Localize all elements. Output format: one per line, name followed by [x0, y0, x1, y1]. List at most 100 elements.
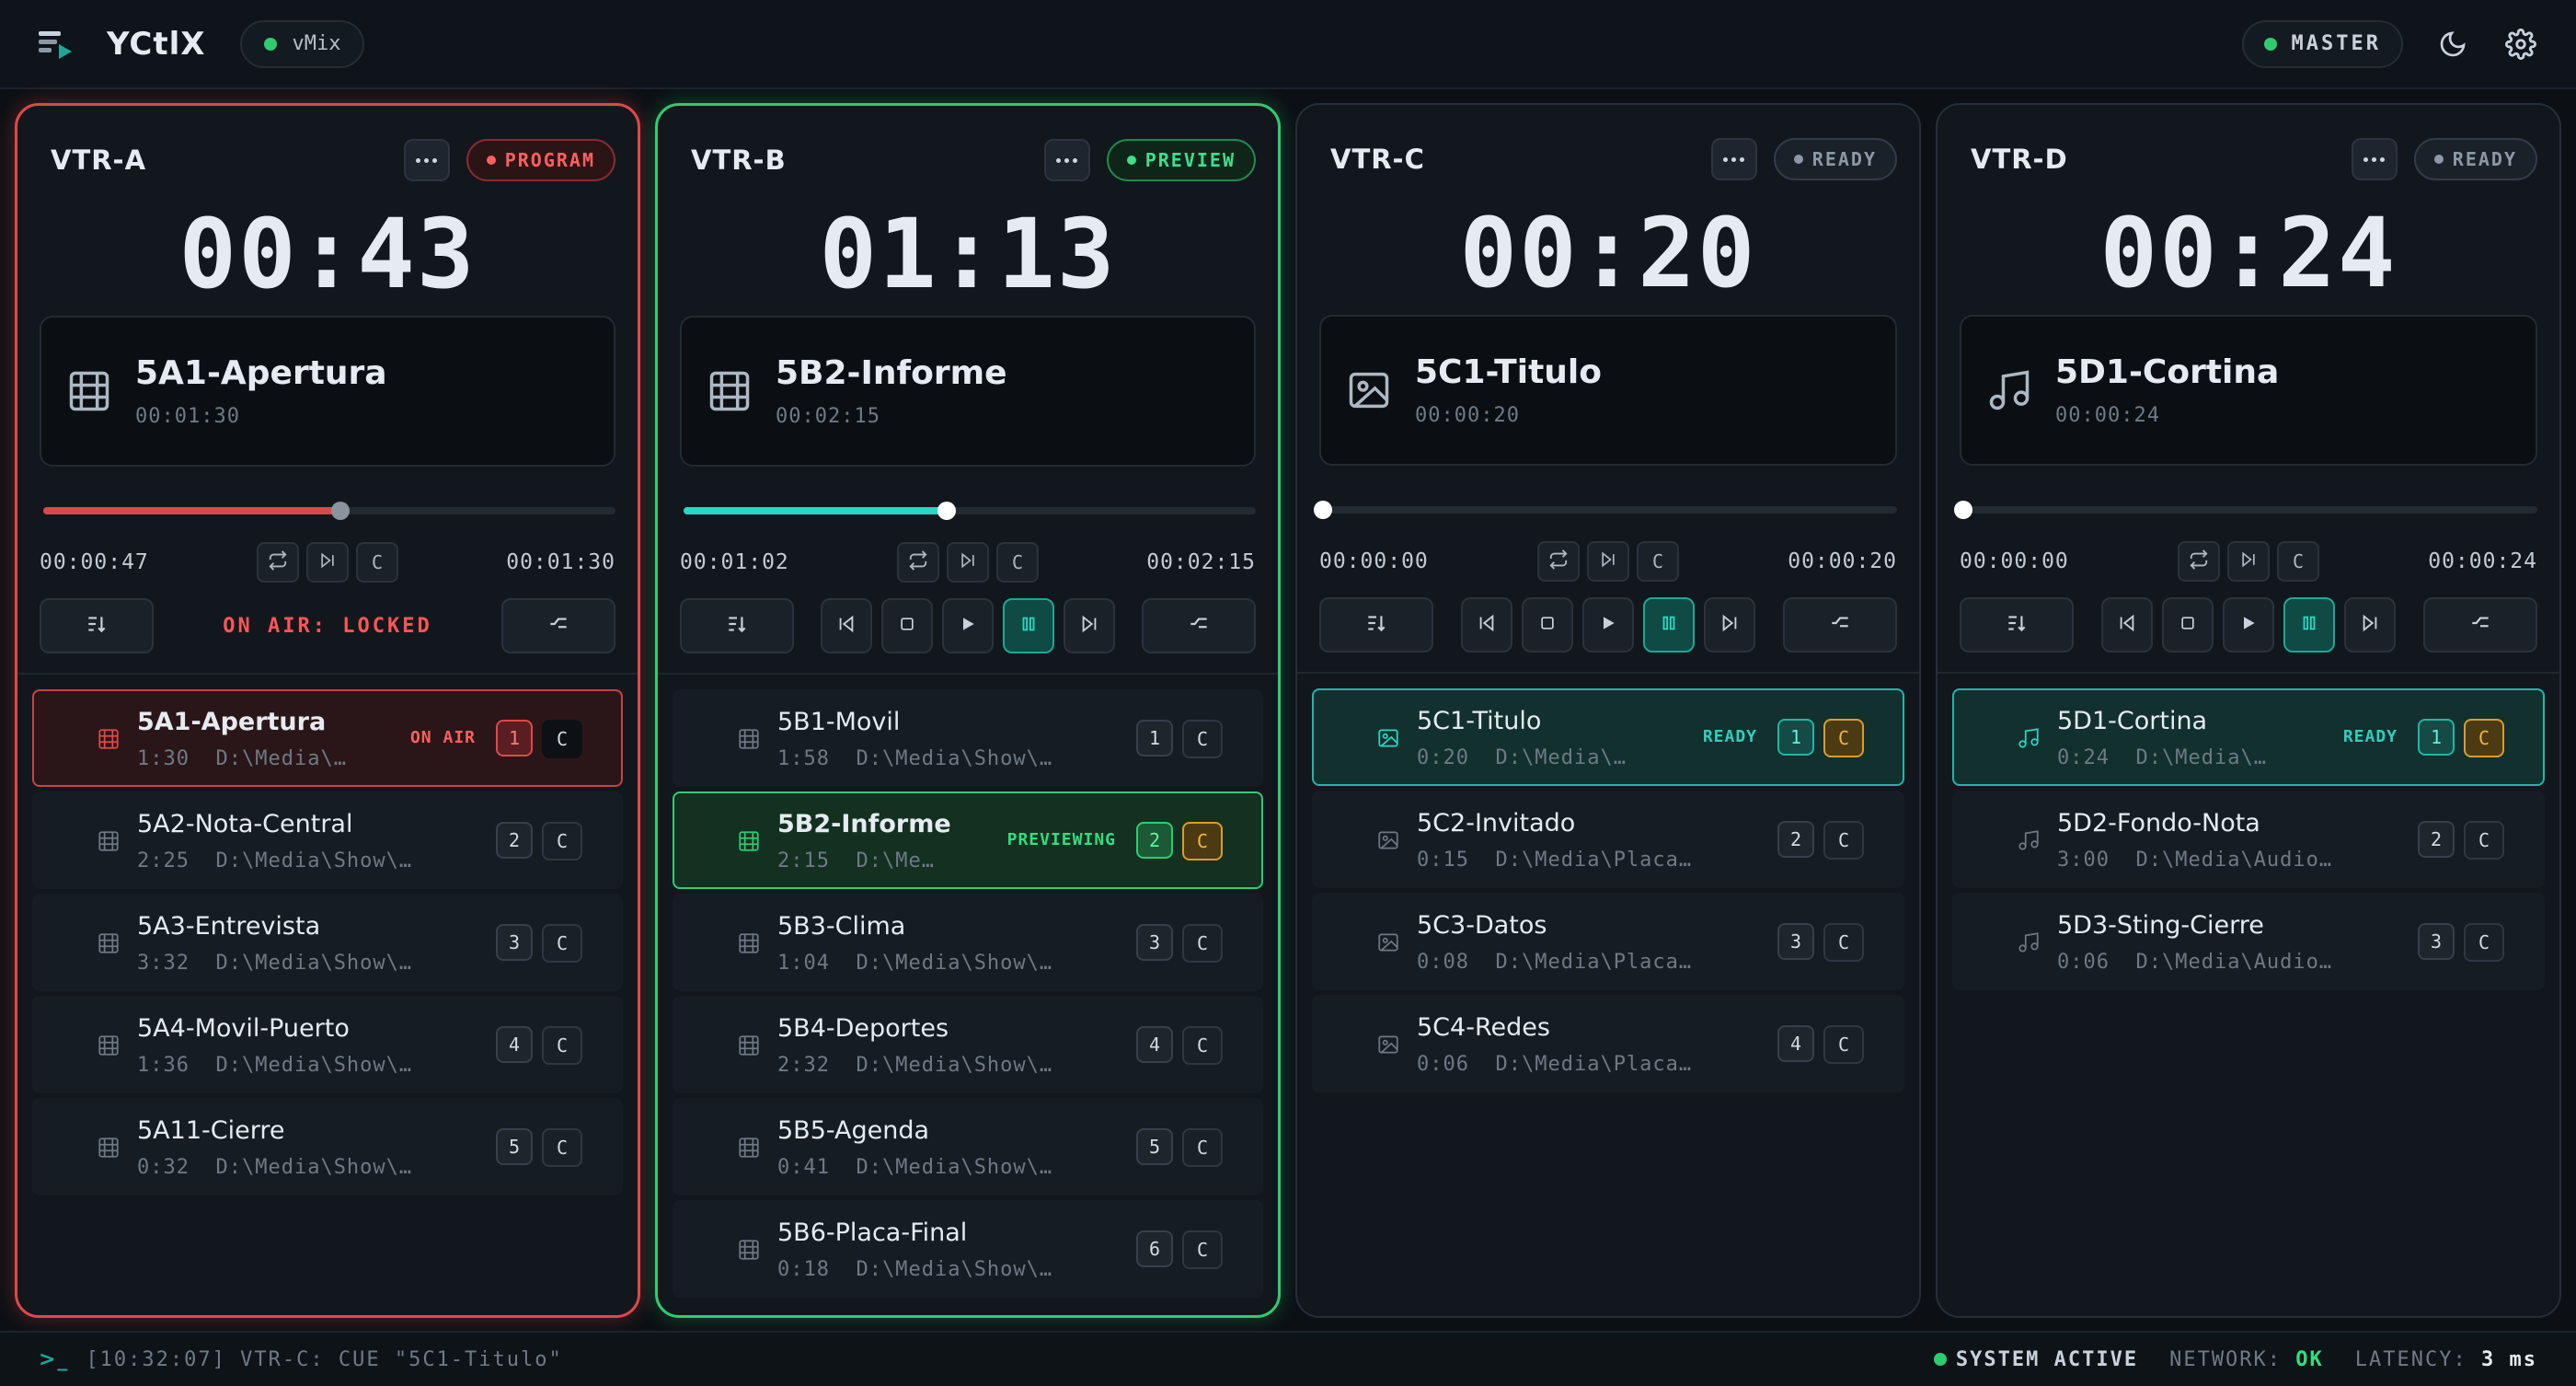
playlist-item-cue-button[interactable]: C [1182, 822, 1223, 860]
playlist-item-cue-button[interactable]: C [1182, 924, 1223, 963]
playlist-item[interactable]: 5B6-Placa-Final 0:18 D:\Media\Show\… 6 C [673, 1200, 1263, 1298]
pause-button[interactable] [1003, 598, 1054, 653]
playlist-item-number[interactable]: 6 [1136, 1230, 1173, 1267]
playlist-item-cue-button[interactable]: C [1182, 1128, 1223, 1167]
playlist-item[interactable]: 5B5-Agenda 0:41 D:\Media\Show\… 5 C [673, 1098, 1263, 1195]
playlist-item-cue-button[interactable]: C [2464, 719, 2504, 757]
play-button[interactable] [942, 598, 994, 653]
playlist-item[interactable]: 5D2-Fondo-Nota 3:00 D:\Media\Audio… 2 C [1952, 791, 2545, 888]
progress-bar[interactable] [684, 502, 1256, 520]
playlist-item[interactable]: 5B2-Informe 2:15 D:\Me… PREVIEWING 2 C [673, 791, 1263, 889]
playlist-item-cue-button[interactable]: C [1823, 1025, 1864, 1064]
pause-button[interactable] [1643, 597, 1695, 653]
playlist-item[interactable]: 5C4-Redes 0:06 D:\Media\Placa… 4 C [1312, 995, 1904, 1092]
stop-button[interactable] [2162, 597, 2214, 653]
master-badge[interactable]: MASTER [2241, 19, 2403, 68]
cue-button[interactable]: C [356, 542, 398, 583]
playlist-item[interactable]: 5A3-Entrevista 3:32 D:\Media\Show\… 3 C [32, 894, 623, 991]
more-options-button[interactable] [2351, 138, 2398, 180]
cue-button[interactable]: C [996, 542, 1039, 583]
playlist-item-cue-button[interactable]: C [542, 822, 582, 860]
playlist-item-number[interactable]: 5 [496, 1128, 533, 1165]
fade-button[interactable] [501, 598, 615, 653]
loop-button[interactable] [1537, 541, 1580, 582]
progress-handle[interactable] [937, 502, 957, 520]
cue-button[interactable]: C [1637, 541, 1679, 582]
playlist-item-number[interactable]: 1 [2418, 719, 2455, 756]
playlist-item-cue-button[interactable]: C [2464, 821, 2504, 860]
playlist-item[interactable]: 5D1-Cortina 0:24 D:\Media\… READY 1 C [1952, 688, 2545, 786]
connection-pill[interactable]: vMix [240, 19, 365, 68]
progress-bar[interactable] [43, 502, 615, 520]
progress-handle[interactable] [331, 502, 351, 520]
progress-bar[interactable] [1954, 501, 2537, 519]
more-options-button[interactable] [1710, 138, 1757, 180]
playlist-item-number[interactable]: 1 [1136, 720, 1173, 757]
playlist-item[interactable]: 5D3-Sting-Cierre 0:06 D:\Media\Audio… 3 … [1952, 893, 2545, 990]
pause-button[interactable] [2283, 597, 2335, 653]
loop-button[interactable] [897, 542, 939, 583]
stop-button[interactable] [881, 598, 933, 653]
playlist-item-cue-button[interactable]: C [542, 1128, 582, 1167]
gear-icon[interactable] [2502, 26, 2539, 63]
playlist-item-number[interactable]: 2 [1777, 821, 1814, 858]
fade-button[interactable] [2423, 597, 2537, 653]
playlist-item-number[interactable]: 1 [1777, 719, 1814, 756]
playlist-item-number[interactable]: 2 [1136, 822, 1173, 859]
playlist-item-cue-button[interactable]: C [1182, 1026, 1223, 1065]
fade-button[interactable] [1783, 597, 1897, 653]
playlist-item[interactable]: 5C3-Datos 0:08 D:\Media\Placa… 3 C [1312, 893, 1904, 990]
next-button[interactable] [1064, 598, 1115, 653]
next-button[interactable] [1704, 597, 1755, 653]
previous-button[interactable] [2101, 597, 2153, 653]
progress-handle[interactable] [1314, 501, 1332, 519]
play-button[interactable] [1582, 597, 1634, 653]
playlist-item[interactable]: 5A4-Movil-Puerto 1:36 D:\Media\Show\… 4 … [32, 996, 623, 1093]
playlist-item[interactable]: 5B1-Movil 1:58 D:\Media\Show\… 1 C [673, 689, 1263, 787]
playlist-item-number[interactable]: 2 [496, 822, 533, 859]
playlist-item-number[interactable]: 4 [496, 1026, 533, 1063]
sort-button[interactable] [40, 598, 154, 653]
progress-handle[interactable] [1954, 501, 1972, 519]
playlist-item-cue-button[interactable]: C [1823, 719, 1864, 757]
playlist-item-number[interactable]: 2 [2418, 821, 2455, 858]
auto-next-button[interactable] [1587, 541, 1629, 582]
playlist-item[interactable]: 5A11-Cierre 0:32 D:\Media\Show\… 5 C [32, 1098, 623, 1195]
playlist-item[interactable]: 5C1-Titulo 0:20 D:\Media\… READY 1 C [1312, 688, 1904, 786]
playlist-item-cue-button[interactable]: C [1182, 1230, 1223, 1269]
playlist-item-cue-button[interactable]: C [542, 1026, 582, 1065]
loop-button[interactable] [2178, 541, 2220, 582]
playlist-item-number[interactable]: 4 [1136, 1026, 1173, 1063]
playlist-item-cue-button[interactable]: C [1823, 821, 1864, 860]
playlist-item-cue-button[interactable]: C [1823, 923, 1864, 962]
loop-button[interactable] [257, 542, 299, 583]
playlist-item[interactable]: 5A1-Apertura 1:30 D:\Media\… ON AIR 1 C [32, 689, 623, 787]
playlist-item-number[interactable]: 5 [1136, 1128, 1173, 1165]
previous-button[interactable] [821, 598, 872, 653]
playlist-item[interactable]: 5C2-Invitado 0:15 D:\Media\Placa… 2 C [1312, 791, 1904, 888]
sort-button[interactable] [1319, 597, 1433, 653]
playlist-item[interactable]: 5B4-Deportes 2:32 D:\Media\Show\… 4 C [673, 996, 1263, 1093]
playlist-item-cue-button[interactable]: C [2464, 923, 2504, 962]
more-options-button[interactable] [403, 139, 450, 181]
more-options-button[interactable] [1043, 139, 1090, 181]
auto-next-button[interactable] [306, 542, 349, 583]
playlist-item[interactable]: 5A2-Nota-Central 2:25 D:\Media\Show\… 2 … [32, 791, 623, 889]
auto-next-button[interactable] [947, 542, 989, 583]
playlist-item-cue-button[interactable]: C [1182, 720, 1223, 758]
playlist-item-cue-button[interactable]: C [542, 720, 582, 758]
playlist-item-number[interactable]: 3 [2418, 923, 2455, 960]
playlist-item-number[interactable]: 1 [496, 720, 533, 757]
previous-button[interactable] [1461, 597, 1512, 653]
fade-button[interactable] [1142, 598, 1256, 653]
play-button[interactable] [2223, 597, 2274, 653]
moon-icon[interactable] [2434, 26, 2471, 63]
cue-button[interactable]: C [2277, 541, 2319, 582]
progress-bar[interactable] [1314, 501, 1897, 519]
playlist-item[interactable]: 5B3-Clima 1:04 D:\Media\Show\… 3 C [673, 894, 1263, 991]
playlist-item-cue-button[interactable]: C [542, 924, 582, 963]
playlist-item-number[interactable]: 3 [1777, 923, 1814, 960]
playlist-item-number[interactable]: 4 [1777, 1025, 1814, 1062]
next-button[interactable] [2344, 597, 2396, 653]
playlist-item-number[interactable]: 3 [496, 924, 533, 961]
